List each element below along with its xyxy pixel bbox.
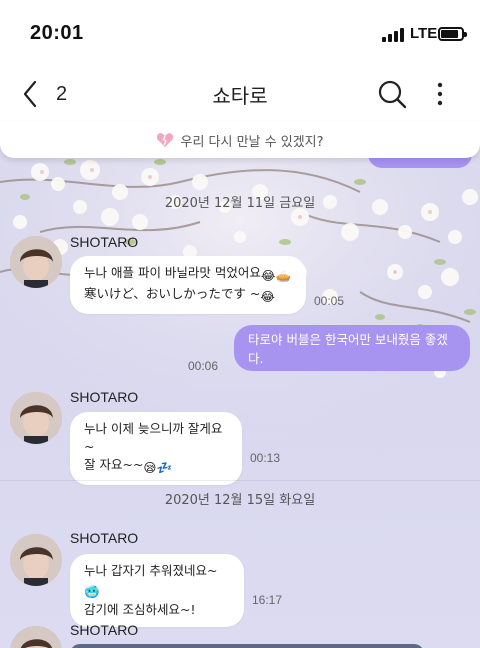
- cold-face-emoji-icon: 🥶: [84, 584, 100, 599]
- zzz-emoji-icon: 💤: [156, 460, 173, 475]
- message-text: 누나 애플 파이 바닐라맛 먹었어요: [84, 265, 261, 280]
- broken-heart-icon: [157, 133, 174, 147]
- search-button[interactable]: [376, 78, 408, 110]
- sender-name: SHOTARO: [70, 622, 139, 638]
- message-bubble[interactable]: 누나 갑자기 추워졌네요~ 🥶 감기에 조심하세요~!: [70, 554, 244, 627]
- status-time: 20:01: [30, 22, 84, 44]
- laughing-emoji-icon: 😂: [260, 268, 276, 283]
- pie-emoji-icon: 🥧: [275, 268, 292, 283]
- sleepy-face-emoji-icon: 😪: [143, 460, 157, 475]
- chevron-left-icon: [23, 80, 37, 108]
- avatar[interactable]: [10, 236, 62, 288]
- message-text: 타로야 버블은 한국어만 보내줬음 좋겠다.: [248, 332, 448, 366]
- message-text: 잘 자요~~: [84, 457, 144, 472]
- photo-message[interactable]: [70, 644, 424, 648]
- profile-photo: [10, 236, 62, 288]
- back-button[interactable]: 2: [22, 78, 82, 110]
- message-time: 00:06: [188, 359, 219, 373]
- message-time: 16:17: [252, 593, 283, 607]
- notice-text: 우리 다시 만날 수 있겠지?: [180, 134, 324, 150]
- battery-icon: [438, 27, 467, 41]
- more-button[interactable]: [430, 78, 450, 110]
- outgoing-message-bubble[interactable]: 타로야 버블은 한국어만 보내줬음 좋겠다.: [234, 325, 470, 371]
- message-bubble[interactable]: 누나 애플 파이 바닐라맛 먹었어요😂🥧 寒いけど、おいしかったです ~😂: [70, 256, 306, 314]
- profile-photo: [10, 392, 62, 444]
- message-text: 누나 이제 늦으니까 잘게요~: [84, 421, 223, 454]
- sender-name: SHOTARO: [70, 389, 139, 405]
- chat-header: 2 쇼타로: [0, 66, 480, 122]
- message-text: 감기에 조심하세요~!: [84, 602, 196, 617]
- profile-photo: [10, 534, 62, 586]
- message-time: 00:05: [314, 294, 345, 308]
- chat-title: 쇼타로: [212, 84, 268, 108]
- message-text: 寒いけど、おいしかったです ~: [84, 286, 261, 301]
- message-text: 누나 갑자기 추워졌네요~: [84, 563, 218, 578]
- unread-count: 2: [56, 82, 68, 105]
- signal-icon: [382, 26, 406, 42]
- sender-name: SHOTARO: [70, 530, 139, 546]
- message-time: 00:13: [250, 451, 281, 465]
- avatar[interactable]: [10, 626, 62, 648]
- network-label: LTE: [410, 25, 438, 42]
- sender-name: SHOTARO: [70, 234, 139, 250]
- search-icon: [378, 80, 407, 109]
- date-divider: 2020년 12월 15일 화요일: [0, 480, 480, 508]
- pinned-notice[interactable]: 우리 다시 만날 수 있겠지?: [0, 122, 480, 158]
- laughing-emoji-icon: 😂: [260, 289, 275, 304]
- message-bubble[interactable]: 누나 이제 늦으니까 잘게요~ 잘 자요~~😪💤: [70, 412, 242, 485]
- more-vertical-icon: [437, 82, 443, 106]
- avatar[interactable]: [10, 534, 62, 586]
- profile-photo: [10, 626, 62, 648]
- chat-area[interactable]: 2020년 12월 11일 금요일 SHOTARO 누나 애플 파이 바닐라맛 …: [0, 122, 480, 648]
- status-bar: 20:01 LTE: [0, 0, 480, 66]
- date-divider: 2020년 12월 11일 금요일: [164, 196, 316, 211]
- avatar[interactable]: [10, 392, 62, 444]
